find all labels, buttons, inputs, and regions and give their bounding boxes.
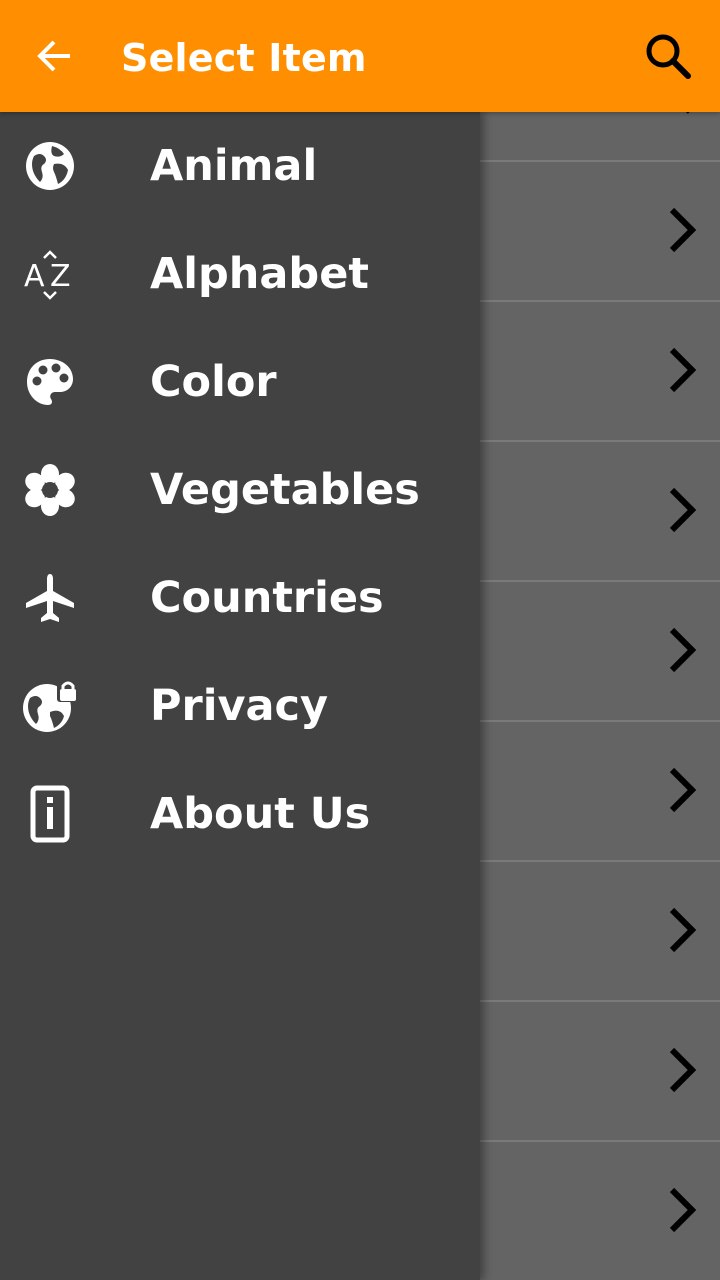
chevron-right-icon: [669, 627, 697, 673]
globe-lock-icon: [20, 678, 80, 734]
drawer-item-privacy[interactable]: Privacy: [0, 652, 480, 760]
chevron-right-icon: [669, 767, 697, 813]
svg-text:Z: Z: [50, 259, 71, 294]
chevron-right-icon: [669, 1187, 697, 1233]
drawer-item-alphabet[interactable]: A Z Alphabet: [0, 220, 480, 328]
back-button[interactable]: [26, 30, 82, 82]
chevron-right-icon: [669, 347, 697, 393]
drawer-item-label: Color: [150, 357, 277, 407]
chevron-right-icon: [669, 487, 697, 533]
drawer-item-label: About Us: [150, 789, 371, 839]
drawer-item-about-us[interactable]: About Us: [0, 760, 480, 868]
airplane-icon: [20, 570, 80, 626]
drawer-item-countries[interactable]: Countries: [0, 544, 480, 652]
info-device-icon: [20, 785, 80, 843]
chevron-right-icon: [669, 907, 697, 953]
toolbar-title: Select Item: [121, 36, 367, 80]
drawer-item-color[interactable]: Color: [0, 328, 480, 436]
chevron-right-icon: [669, 1047, 697, 1093]
app-toolbar: Select Item: [0, 0, 720, 112]
drawer-item-label: Vegetables: [150, 465, 420, 515]
globe-icon: [20, 138, 80, 194]
navigation-drawer: Animal A Z Alphabet Color Vegetables Cou…: [0, 112, 480, 1280]
drawer-item-label: Animal: [150, 141, 318, 191]
chevron-right-icon: [669, 207, 697, 253]
search-button[interactable]: [640, 28, 696, 84]
drawer-item-label: Alphabet: [150, 249, 369, 299]
drawer-item-vegetables[interactable]: Vegetables: [0, 436, 480, 544]
flower-icon: [20, 462, 80, 518]
drawer-item-label: Privacy: [150, 681, 329, 731]
sort-az-icon: A Z: [20, 246, 80, 302]
arrow-back-icon: [37, 40, 70, 72]
palette-icon: [20, 354, 80, 410]
drawer-item-label: Countries: [150, 573, 384, 623]
drawer-item-animal[interactable]: Animal: [0, 112, 480, 220]
svg-text:A: A: [24, 259, 45, 294]
search-icon: [646, 34, 691, 79]
app-screen: Select Item Animal A Z Alphabet Color Ve…: [0, 0, 720, 1280]
